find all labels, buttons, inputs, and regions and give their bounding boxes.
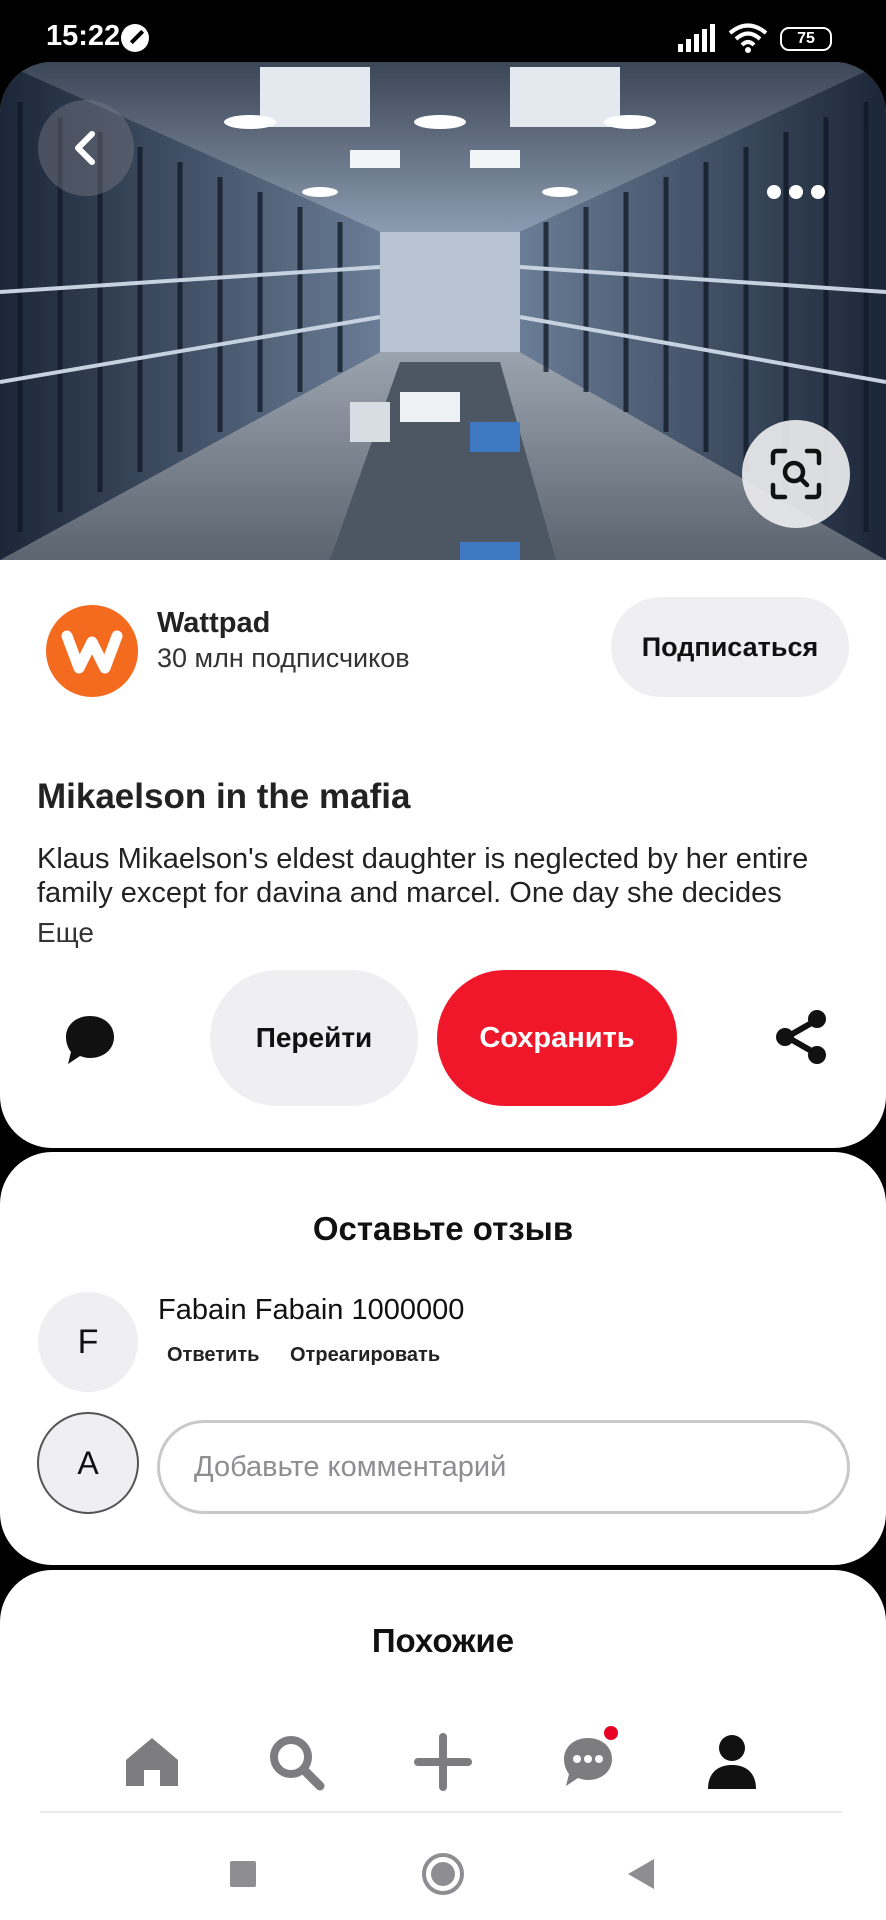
comment-icon: [66, 1016, 114, 1064]
pin-card: Wattpad 30 млн подписчиков Подписаться M…: [0, 62, 886, 1148]
comment-input[interactable]: [157, 1420, 850, 1514]
signal-icon: [678, 24, 715, 52]
home-system-button[interactable]: [413, 1844, 473, 1904]
back-icon: [75, 131, 95, 165]
recents-icon: [230, 1861, 256, 1887]
back-system-button[interactable]: [610, 1844, 670, 1904]
commenter-avatar[interactable]: F: [38, 1292, 138, 1392]
search-icon: [270, 1736, 325, 1791]
creator-name[interactable]: Wattpad: [157, 607, 270, 640]
save-button[interactable]: Сохранить: [437, 970, 677, 1106]
react-link[interactable]: Отреагировать: [290, 1344, 440, 1367]
pin-image[interactable]: [0, 62, 886, 560]
profile-icon: [708, 1735, 756, 1789]
share-icon: [776, 1010, 826, 1064]
pin-title: Mikaelson in the mafia: [37, 777, 411, 816]
notification-badge: [604, 1726, 618, 1740]
visit-button[interactable]: Перейти: [210, 970, 418, 1106]
creator-row: Wattpad 30 млн подписчиков Подписаться: [0, 597, 886, 707]
home-icon: [126, 1738, 178, 1786]
wattpad-logo-icon: [61, 630, 123, 674]
bottom-nav: [0, 1722, 886, 1812]
status-bar: 15:22 75: [0, 0, 886, 62]
nav-search[interactable]: [256, 1722, 336, 1802]
nav-divider: [40, 1811, 842, 1813]
nav-create[interactable]: [403, 1722, 483, 1802]
wifi-icon: [728, 23, 768, 53]
similar-heading: Похожие: [371, 1622, 515, 1659]
follow-button[interactable]: Подписаться: [611, 597, 849, 697]
creator-followers: 30 млн подписчиков: [157, 643, 410, 673]
more-button[interactable]: [756, 172, 836, 212]
home-circle-icon: [422, 1853, 464, 1895]
more-link[interactable]: Еще: [37, 917, 94, 949]
battery-icon: 75: [780, 27, 832, 51]
share-button[interactable]: [770, 1006, 832, 1068]
creator-logo[interactable]: [46, 605, 138, 697]
nav-profile[interactable]: [692, 1722, 772, 1802]
visual-search-icon: [770, 448, 822, 500]
messages-icon: [564, 1738, 612, 1786]
visual-search-button[interactable]: [742, 420, 850, 528]
add-icon: [414, 1733, 472, 1791]
nav-messages[interactable]: [548, 1722, 628, 1802]
status-time: 15:22: [46, 20, 121, 52]
reply-link[interactable]: Ответить: [167, 1344, 259, 1367]
comments-card: Оставьте отзыв F Fabain Fabain 1000000 О…: [0, 1152, 886, 1565]
comment-text: Fabain Fabain 1000000: [158, 1294, 465, 1326]
do-not-disturb-icon: [121, 24, 149, 52]
comment-button[interactable]: [56, 1006, 124, 1074]
comments-heading: Оставьте отзыв: [312, 1210, 574, 1247]
back-triangle-icon: [628, 1859, 654, 1889]
user-avatar[interactable]: A: [37, 1412, 139, 1514]
pin-description: Klaus Mikaelson's eldest daughter is neg…: [37, 843, 809, 909]
system-nav: [0, 1824, 886, 1920]
more-icon: [767, 185, 825, 199]
recents-button[interactable]: [213, 1844, 273, 1904]
action-row: Перейти Сохранить: [0, 970, 886, 1106]
nav-home[interactable]: [112, 1722, 192, 1802]
back-button[interactable]: [38, 100, 134, 196]
